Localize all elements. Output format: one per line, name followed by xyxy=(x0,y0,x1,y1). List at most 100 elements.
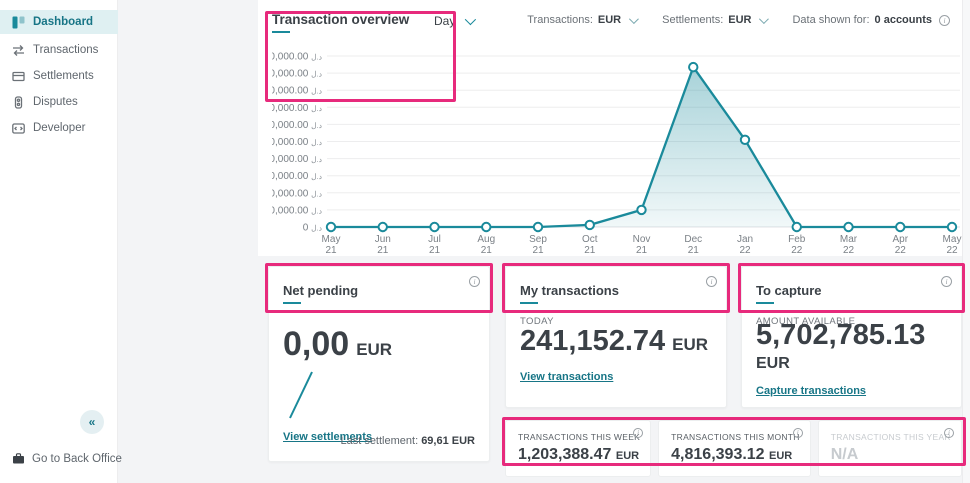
sidebar-item-label: Transactions xyxy=(33,44,98,56)
currency-label: EUR xyxy=(672,335,708,354)
last-settlement: Last settlement: 69,61 EUR xyxy=(340,435,475,447)
svg-text:Dec21: Dec21 xyxy=(684,234,702,256)
period-value: Day xyxy=(434,14,455,28)
transaction-stats-row: TRANSACTIONS THIS WEEK 1,203,388.47 EUR … xyxy=(505,420,962,477)
dashboard-icon xyxy=(12,16,25,29)
sidebar-item-label: Developer xyxy=(33,122,85,134)
sidebar-item-label: Dashboard xyxy=(33,16,93,28)
svg-text:Jul21: Jul21 xyxy=(428,234,441,256)
back-office-label: Go to Back Office xyxy=(32,453,122,465)
svg-text:40,000.00 د.ل: 40,000.00 د.ل xyxy=(272,154,323,165)
svg-text:Nov21: Nov21 xyxy=(633,234,651,256)
sidebar-collapse-button[interactable]: « xyxy=(80,410,104,434)
capture-transactions-link[interactable]: Capture transactions xyxy=(756,385,866,397)
info-icon[interactable] xyxy=(944,428,954,438)
svg-text:80,000.00 د.ل: 80,000.00 د.ل xyxy=(272,86,323,97)
svg-text:Apr22: Apr22 xyxy=(892,234,908,256)
svg-text:Sep21: Sep21 xyxy=(529,234,547,256)
transaction-overview-panel: Transaction overview Day Transactions: E… xyxy=(258,0,962,256)
settlements-currency-label: Settlements: xyxy=(662,14,723,26)
card-title: Net pending xyxy=(283,283,358,298)
transactions-this-week-card: TRANSACTIONS THIS WEEK 1,203,388.47 EUR xyxy=(505,420,651,477)
scrollbar[interactable] xyxy=(962,0,970,483)
card-title: To capture xyxy=(756,283,822,298)
svg-text:May22: May22 xyxy=(943,234,962,256)
stat-label: TRANSACTIONS THIS MONTH xyxy=(671,432,800,442)
my-transactions-value: 241,152.74EUR xyxy=(520,325,708,358)
settlements-currency-value: EUR xyxy=(728,14,751,26)
info-icon[interactable] xyxy=(633,428,643,438)
stat-value: 1,203,388.47 EUR xyxy=(518,446,640,464)
period-selector[interactable]: Day xyxy=(434,14,473,28)
stat-label: TRANSACTIONS THIS WEEK xyxy=(518,432,640,442)
sidebar-item-transactions[interactable]: Transactions xyxy=(0,38,118,62)
currency-label: EUR xyxy=(616,450,639,462)
transactions-this-year-card: TRANSACTIONS THIS YEAR N/A xyxy=(818,420,962,477)
net-pending-value: 0,00EUR xyxy=(283,325,392,364)
sidebar-item-dashboard[interactable]: Dashboard xyxy=(0,10,118,34)
currency-label: EUR xyxy=(356,340,392,359)
last-settlement-value: 69,61 EUR xyxy=(421,435,475,447)
developer-icon xyxy=(12,122,25,135)
svg-text:Mar22: Mar22 xyxy=(840,234,858,256)
currency-label: EUR xyxy=(756,355,790,373)
collapse-chevrons-icon: « xyxy=(89,415,96,429)
sidebar-item-settlements[interactable]: Settlements xyxy=(0,64,118,88)
transactions-icon xyxy=(12,44,25,57)
my-transactions-card: My transactions TODAY 241,152.74EUR View… xyxy=(505,266,727,408)
svg-text:50,000.00 د.ل: 50,000.00 د.ل xyxy=(272,137,323,148)
transactions-currency-label: Transactions: xyxy=(527,14,593,26)
info-icon[interactable] xyxy=(941,276,952,287)
chart-title-underline xyxy=(272,31,290,33)
card-title-underline xyxy=(520,302,538,304)
card-title-underline xyxy=(283,302,301,304)
sidebar-item-disputes[interactable]: Disputes xyxy=(0,90,118,114)
to-capture-value: 5,702,785.13 xyxy=(756,319,925,352)
info-icon[interactable] xyxy=(939,15,950,26)
info-icon[interactable] xyxy=(793,428,803,438)
header-filters: Transactions: EUR Settlements: EUR Data … xyxy=(527,14,950,26)
svg-text:30,000.00 د.ل: 30,000.00 د.ل xyxy=(272,171,323,182)
transactions-this-month-card: TRANSACTIONS THIS MONTH 4,816,393.12 EUR xyxy=(658,420,811,477)
stat-value: N/A xyxy=(831,446,951,464)
svg-text:20,000.00 د.ل: 20,000.00 د.ل xyxy=(272,188,323,199)
sidebar-item-label: Settlements xyxy=(33,70,94,82)
chevron-down-icon xyxy=(759,14,769,24)
svg-text:100,000.00 د.ل: 100,000.00 د.ل xyxy=(272,52,323,63)
disputes-icon xyxy=(12,96,25,109)
sidebar-item-label: Disputes xyxy=(33,96,78,108)
dashboard-page: Dashboard Transactions Settlements Dispu… xyxy=(0,0,970,483)
svg-text:90,000.00 د.ل: 90,000.00 د.ل xyxy=(272,69,323,80)
data-shown-label: Data shown for: xyxy=(792,14,869,26)
svg-text:60,000.00 د.ل: 60,000.00 د.ل xyxy=(272,120,323,131)
info-icon[interactable] xyxy=(706,276,717,287)
last-settlement-label: Last settlement: xyxy=(340,435,418,447)
view-transactions-link[interactable]: View transactions xyxy=(520,371,613,383)
svg-text:0 د.ل: 0 د.ل xyxy=(303,223,323,234)
stat-label: TRANSACTIONS THIS YEAR xyxy=(831,432,951,442)
chevron-down-icon xyxy=(629,14,639,24)
svg-text:10,000.00 د.ل: 10,000.00 د.ل xyxy=(272,205,323,216)
data-shown-value: 0 accounts xyxy=(875,14,932,26)
go-to-back-office-button[interactable]: Go to Back Office xyxy=(12,452,122,465)
svg-text:70,000.00 د.ل: 70,000.00 د.ل xyxy=(272,103,323,114)
transaction-overview-chart: 100,000.00 د.ل 90,000.00 د.ل 80,000.00 د.ل… xyxy=(272,46,962,256)
settlements-currency-dropdown[interactable]: Settlements: EUR xyxy=(662,14,766,26)
net-pending-card: Net pending 0,00EUR View settlements Las… xyxy=(268,266,490,462)
svg-text:Aug21: Aug21 xyxy=(477,234,495,256)
chart-title: Transaction overview xyxy=(272,12,409,27)
sidebar: Dashboard Transactions Settlements Dispu… xyxy=(0,0,118,483)
svg-text:Feb22: Feb22 xyxy=(788,234,806,256)
svg-text:Jun21: Jun21 xyxy=(375,234,391,256)
card-title: My transactions xyxy=(520,283,619,298)
transactions-currency-value: EUR xyxy=(598,14,621,26)
svg-text:May21: May21 xyxy=(322,234,341,256)
sidebar-item-developer[interactable]: Developer xyxy=(0,116,118,140)
to-capture-card: To capture AMOUNT AVAILABLE 5,702,785.13… xyxy=(741,266,962,408)
briefcase-icon xyxy=(12,452,25,465)
info-icon[interactable] xyxy=(469,276,480,287)
card-title-underline xyxy=(756,302,774,304)
chevron-down-icon xyxy=(465,14,476,25)
stat-value: 4,816,393.12 EUR xyxy=(671,446,800,464)
transactions-currency-dropdown[interactable]: Transactions: EUR xyxy=(527,14,636,26)
